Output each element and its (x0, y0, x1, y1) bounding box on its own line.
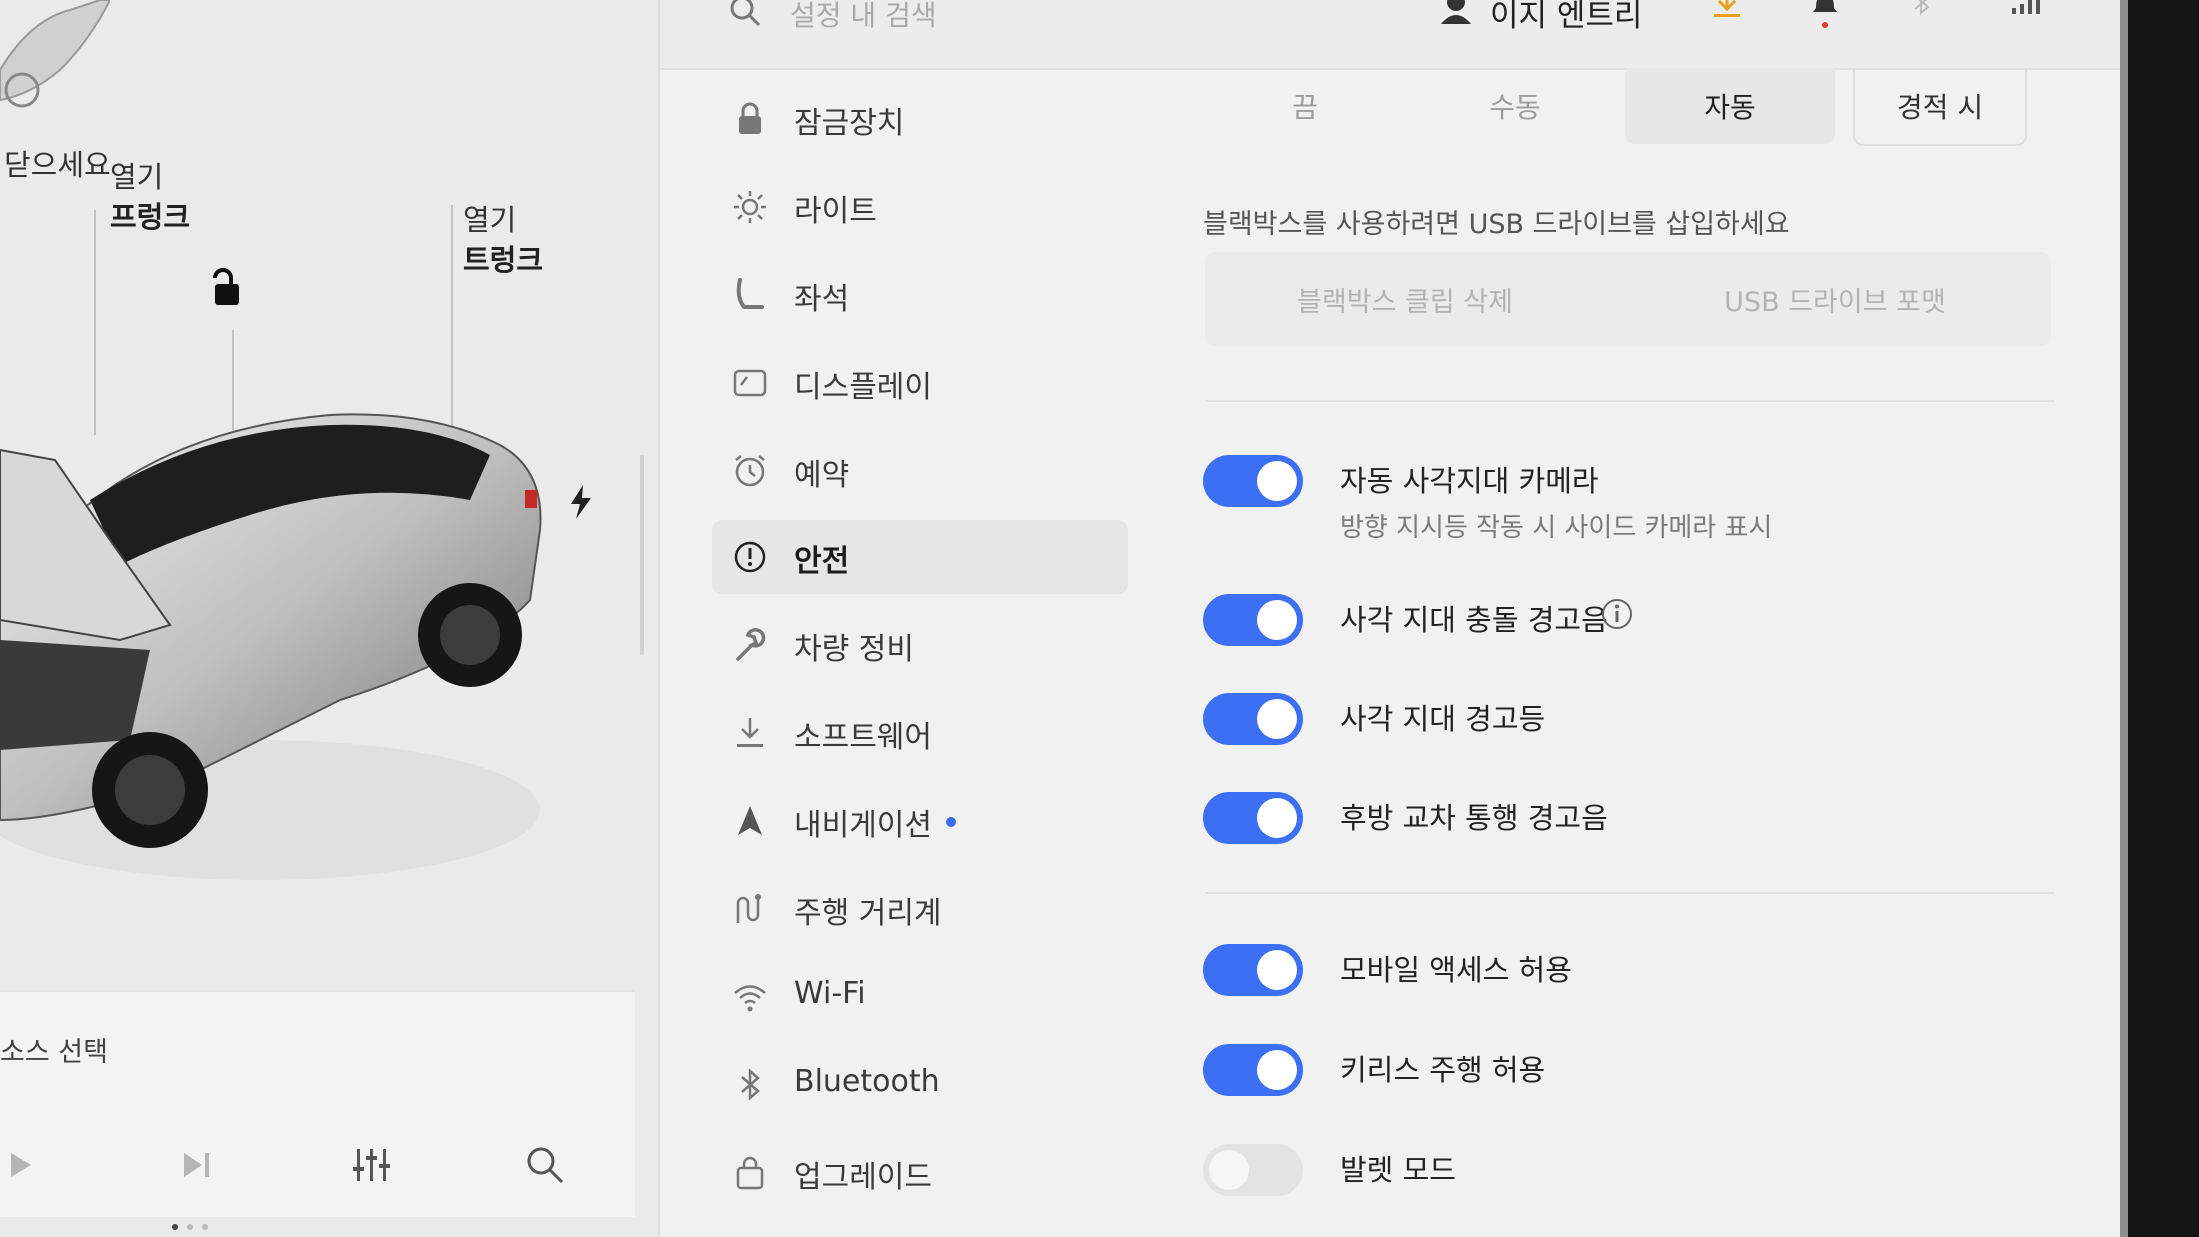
vehicle-pane: 닫으세요 열기 프렁크 열기 트렁크 소스 선택 (0, 0, 658, 1237)
display-bezel (2128, 0, 2199, 1237)
sentry-option-auto[interactable]: 자동 (1625, 68, 1835, 144)
divider (1205, 400, 2055, 402)
play-icon[interactable] (0, 1135, 50, 1195)
sentry-option-off[interactable]: 끔 (1205, 68, 1405, 144)
car-thumbnail-icon (0, 0, 110, 108)
option-label: 사각 지대 경고등 (1340, 702, 1546, 736)
delete-dashcam-clips-button[interactable]: 블랙박스 클립 삭제 (1205, 252, 1605, 346)
shopping-bag-icon (736, 1156, 764, 1190)
menu-label: 내비게이션 (794, 808, 932, 843)
profile-name[interactable]: 이지 엔트리 (1490, 0, 1642, 35)
pane-divider (658, 0, 660, 1237)
blind-spot-camera-toggle[interactable] (1203, 455, 1303, 507)
menu-item-locks[interactable]: 잠금장치 (712, 82, 1128, 156)
menu-item-upgrades[interactable]: 업그레이드 (712, 1136, 1128, 1210)
bluetooth-icon[interactable] (1910, 0, 1934, 22)
download-icon[interactable] (1710, 0, 1744, 26)
rear-trunk-action[interactable]: 열기 (463, 200, 516, 240)
option-label: 모바일 액세스 허용 (1340, 953, 1572, 987)
search-icon[interactable] (728, 0, 762, 30)
menu-label: 잠금장치 (794, 106, 905, 141)
menu-label: 차량 정비 (794, 632, 914, 667)
option-label: 자동 사각지대 카메라 (1340, 464, 1599, 498)
blind-spot-light-toggle[interactable] (1203, 693, 1303, 745)
bell-icon[interactable] (1810, 0, 1840, 32)
menu-item-safety[interactable]: 안전 (712, 520, 1128, 594)
menu-label: 업그레이드 (794, 1160, 932, 1195)
rear-cross-traffic-toggle[interactable] (1203, 792, 1303, 844)
profile-icon[interactable] (1438, 0, 1474, 26)
new-indicator-dot (946, 817, 956, 827)
dashcam-buttons: 블랙박스 클립 삭제 USB 드라이브 포맷 (1205, 252, 2051, 346)
keyless-driving-toggle[interactable] (1203, 1044, 1303, 1096)
rear-trunk-label[interactable]: 트렁크 (463, 240, 543, 280)
media-source-select[interactable]: 소스 선택 (0, 1030, 108, 1069)
wifi-icon (734, 985, 766, 1012)
display-icon (733, 369, 767, 397)
download-icon (737, 718, 763, 747)
menu-label: Bluetooth (794, 1064, 940, 1099)
bluetooth-icon (741, 1068, 760, 1101)
signal-icon (2012, 0, 2040, 14)
option-label: 후방 교차 통행 경고음 (1340, 801, 1608, 835)
menu-item-schedule[interactable]: 예약 (712, 434, 1128, 508)
menu-label: 좌석 (794, 282, 850, 317)
menu-item-software[interactable]: 소프트웨어 (712, 696, 1128, 770)
menu-item-seats[interactable]: 좌석 (712, 258, 1128, 332)
format-usb-button[interactable]: USB 드라이브 포맷 (1625, 252, 2045, 346)
menu-item-trips[interactable]: 주행 거리계 (712, 872, 1128, 946)
menu-label: Wi-Fi (794, 976, 866, 1011)
safety-icon (734, 541, 766, 573)
menu-label: 디스플레이 (794, 370, 932, 405)
sentry-mode-selector: 끔 수동 자동 경적 시 (1205, 68, 2027, 146)
navigation-icon (738, 806, 762, 835)
menu-item-wifi[interactable]: Wi-Fi (712, 960, 1128, 1034)
charge-port-icon[interactable] (568, 485, 594, 519)
front-trunk-label[interactable]: 프렁크 (110, 197, 190, 237)
blind-spot-chime-toggle[interactable] (1203, 594, 1303, 646)
screen: 닫으세요 열기 프렁크 열기 트렁크 소스 선택 설정 내 검색 이지 엔트리 … (0, 0, 2128, 1237)
mobile-access-toggle[interactable] (1203, 944, 1303, 996)
menu-item-display[interactable]: 디스플레이 (712, 346, 1128, 420)
sentry-option-manual[interactable]: 수동 (1415, 68, 1615, 144)
menu-item-lights[interactable]: 라이트 (712, 170, 1128, 244)
menu-label: 안전 (794, 544, 850, 579)
seat-icon (736, 278, 764, 309)
menu-label: 주행 거리계 (794, 896, 942, 931)
menu-item-service[interactable]: 차량 정비 (712, 608, 1128, 682)
option-description: 방향 지시등 작동 시 사이드 카메라 표시 (1340, 513, 1773, 543)
menu-label: 라이트 (794, 194, 877, 229)
light-icon (734, 191, 766, 223)
wrench-icon (736, 628, 766, 661)
settings-search-input[interactable]: 설정 내 검색 (790, 0, 937, 34)
close-hint: 닫으세요 (4, 148, 111, 182)
media-search-icon[interactable] (515, 1135, 575, 1195)
vehicle-image (0, 413, 542, 880)
valet-mode-toggle[interactable] (1203, 1144, 1303, 1196)
dashcam-notice: 블랙박스를 사용하려면 USB 드라이브를 삽입하세요 (1203, 209, 1790, 240)
option-label: 사각 지대 충돌 경고음 (1340, 603, 1608, 637)
trips-icon (736, 894, 761, 923)
menu-label: 소프트웨어 (794, 720, 932, 755)
option-label: 발렛 모드 (1340, 1153, 1456, 1187)
front-trunk-action[interactable]: 열기 (110, 157, 163, 197)
equalizer-icon[interactable] (342, 1135, 402, 1195)
alarm-icon (735, 455, 765, 487)
option-label: 키리스 주행 허용 (1340, 1053, 1546, 1087)
unlock-icon[interactable] (205, 267, 249, 311)
sentry-option-horn[interactable]: 경적 시 (1853, 68, 2027, 146)
divider (1205, 892, 2055, 894)
menu-item-bluetooth[interactable]: Bluetooth (712, 1048, 1128, 1122)
vehicle-pane-scrollbar[interactable] (640, 455, 644, 655)
next-icon[interactable] (167, 1135, 227, 1195)
menu-label: 예약 (794, 458, 850, 493)
page-indicator (172, 1224, 208, 1230)
lock-icon (739, 102, 761, 134)
info-icon[interactable] (1600, 597, 1634, 631)
menu-item-navigation[interactable]: 내비게이션 (712, 784, 1128, 858)
